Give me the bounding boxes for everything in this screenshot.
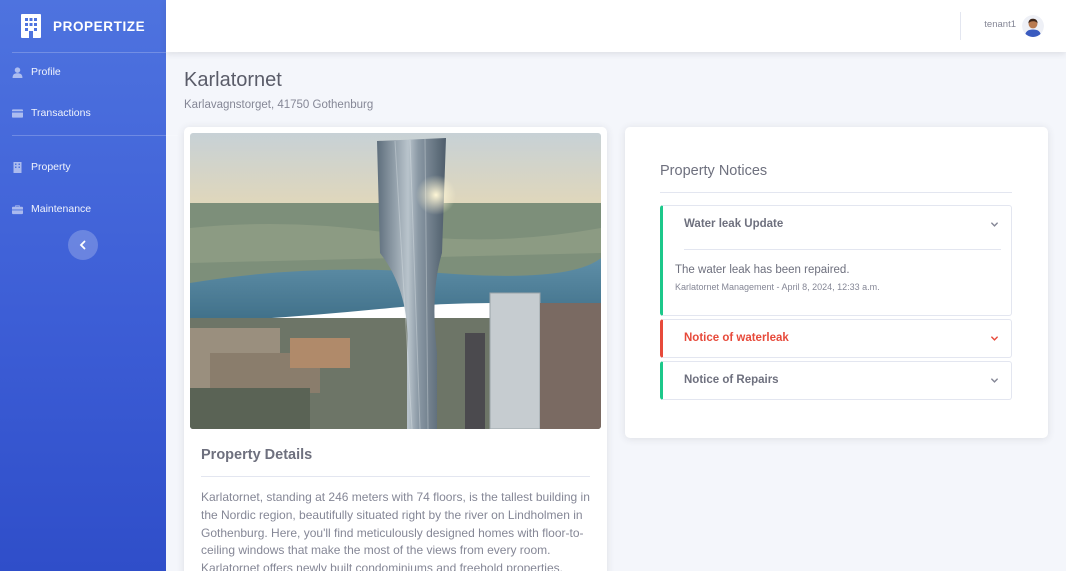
building-logo-icon bbox=[21, 14, 41, 38]
chevron-down-icon[interactable] bbox=[990, 334, 999, 343]
credit-card-icon bbox=[12, 108, 23, 118]
sidebar-divider bbox=[12, 135, 178, 136]
notice-meta: Karlatornet Management - April 8, 2024, … bbox=[675, 282, 880, 292]
sidebar-item-maintenance[interactable]: Maintenance bbox=[0, 203, 91, 215]
notice-item: Water leak Update The water leak has bee… bbox=[660, 205, 1012, 316]
sidebar-item-label: Maintenance bbox=[31, 203, 92, 215]
property-description: Karlatornet, standing at 246 meters with… bbox=[201, 490, 590, 571]
notice-title: Notice of waterleak bbox=[684, 332, 789, 344]
divider bbox=[201, 476, 590, 477]
user-icon bbox=[12, 66, 23, 78]
property-image bbox=[190, 133, 601, 429]
notice-title: Water leak Update bbox=[684, 218, 784, 230]
notice-header[interactable]: Notice of waterleak bbox=[663, 320, 1011, 356]
notices-card: Property Notices Water leak Update The w… bbox=[625, 127, 1048, 438]
notice-message: The water leak has been repaired. bbox=[675, 264, 850, 276]
topbar-divider bbox=[960, 12, 961, 40]
chevron-down-icon[interactable] bbox=[990, 220, 999, 229]
divider bbox=[660, 192, 1012, 193]
notice-header[interactable]: Notice of Repairs bbox=[663, 362, 1011, 398]
sidebar-item-profile[interactable]: Profile bbox=[0, 66, 61, 78]
notice-item: Notice of Repairs bbox=[660, 361, 1012, 400]
property-address: Karlavagnstorget, 41750 Gothenburg bbox=[184, 99, 374, 111]
chevron-down-icon[interactable] bbox=[990, 376, 999, 385]
sidebar-item-label: Transactions bbox=[31, 107, 91, 119]
notices-title: Property Notices bbox=[660, 163, 768, 179]
property-details-title: Property Details bbox=[201, 447, 313, 463]
toolbox-icon bbox=[12, 204, 23, 214]
brand-name: PROPERTIZE bbox=[53, 18, 146, 34]
sidebar-item-property[interactable]: Property bbox=[0, 161, 71, 173]
chevron-left-icon bbox=[79, 240, 86, 250]
user-avatar-icon[interactable] bbox=[1022, 15, 1044, 37]
username[interactable]: tenant1 bbox=[984, 19, 1016, 30]
page-title: Karlatornet bbox=[184, 69, 282, 91]
notice-body: The water leak has been repaired. Karlat… bbox=[663, 250, 1011, 292]
notice-title: Notice of Repairs bbox=[684, 374, 779, 386]
sidebar-item-transactions[interactable]: Transactions bbox=[0, 107, 91, 119]
sidebar-divider bbox=[12, 52, 178, 53]
property-card: Property Details Karlatornet, standing a… bbox=[184, 127, 607, 571]
sidebar: PROPERTIZE Profile Transactions Property… bbox=[0, 0, 178, 571]
building-icon bbox=[13, 161, 22, 173]
brand[interactable]: PROPERTIZE bbox=[0, 0, 166, 52]
sidebar-item-label: Property bbox=[31, 161, 71, 173]
topbar: tenant1 bbox=[166, 0, 1066, 52]
sidebar-item-label: Profile bbox=[31, 66, 61, 78]
notice-item: Notice of waterleak bbox=[660, 319, 1012, 358]
notice-header[interactable]: Water leak Update bbox=[663, 206, 1011, 242]
sidebar-toggle-button[interactable] bbox=[68, 230, 98, 260]
